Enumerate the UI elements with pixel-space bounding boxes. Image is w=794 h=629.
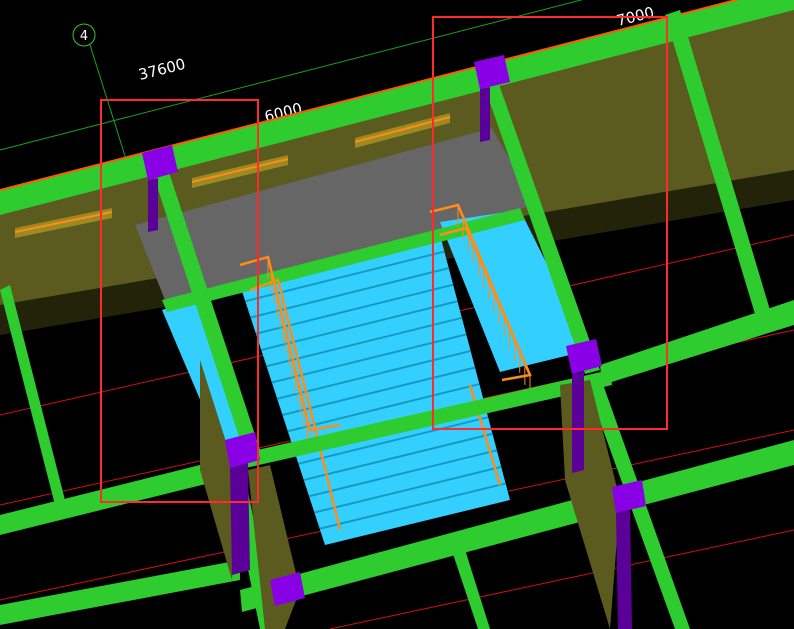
grid-axis-label: 4 <box>80 29 88 44</box>
model-3d-viewport[interactable]: 4 37600 6000 7000 <box>0 0 794 629</box>
grid-axis-bubble-icon[interactable]: 4 <box>72 23 96 47</box>
